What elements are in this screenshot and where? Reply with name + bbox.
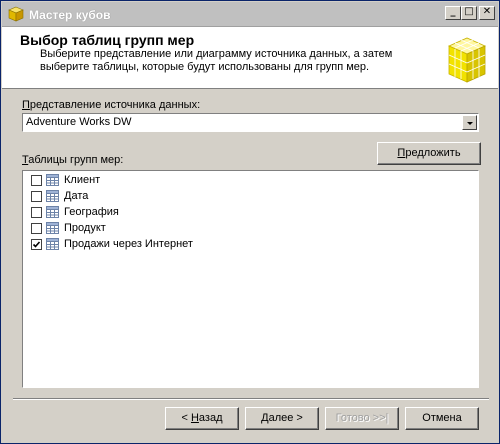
checkbox-1[interactable] [31,191,42,202]
table-icon [46,190,59,202]
cube-banner-icon [448,37,486,83]
cancel-button[interactable]: Отмена [405,407,479,430]
list-item-label: Продукт [64,222,106,234]
close-button[interactable]: ✕ [479,6,495,20]
minimize-button[interactable]: _ [445,6,461,20]
list-item-label: Дата [64,190,89,202]
title-bar[interactable]: Мастер кубов _ □ ✕ [2,2,498,27]
list-item-label: Продажи через Интернет [64,238,193,250]
back-button[interactable]: < Назад [165,407,239,430]
checkbox-2[interactable] [31,207,42,218]
maximize-icon: □ [464,6,474,17]
cube-wizard-window: Мастер кубов _ □ ✕ Выбор таблиц групп ме… [0,0,500,444]
table-icon [46,222,59,234]
finish-button[interactable]: Готово >>| [325,407,399,430]
cube-app-icon [8,6,24,22]
minimize-icon: _ [450,6,456,17]
table-icon [46,174,59,186]
checkbox-3[interactable] [31,223,42,234]
tables-label: Таблицы групп мер: [22,154,124,166]
close-icon: ✕ [482,6,492,17]
data-source-dropdown[interactable]: Adventure Works DW [22,113,479,132]
chevron-down-icon[interactable] [462,115,477,130]
window-title: Мастер кубов [29,8,111,22]
table-icon [46,238,59,250]
page-description: Выберите представление или диаграмму ист… [40,48,393,73]
table-icon [46,206,59,218]
wizard-header: Выбор таблиц групп мер Выберите представ… [2,27,498,89]
checkbox-4[interactable] [31,239,42,250]
list-item-label: География [64,206,119,218]
footer-divider [13,398,489,400]
check-icon [32,241,41,248]
checkbox-0[interactable] [31,175,42,186]
next-button[interactable]: Далее > [245,407,319,430]
suggest-button[interactable]: Предложить [377,142,481,165]
maximize-button[interactable]: □ [461,6,477,20]
data-source-value: Adventure Works DW [26,116,132,128]
data-source-label: Представление источника данных: [22,99,201,111]
list-item-label: Клиент [64,174,101,186]
measure-group-table-list[interactable]: Клиент Дата География Продукт Продажи че… [22,170,479,388]
page-title: Выбор таблиц групп мер [20,32,195,48]
